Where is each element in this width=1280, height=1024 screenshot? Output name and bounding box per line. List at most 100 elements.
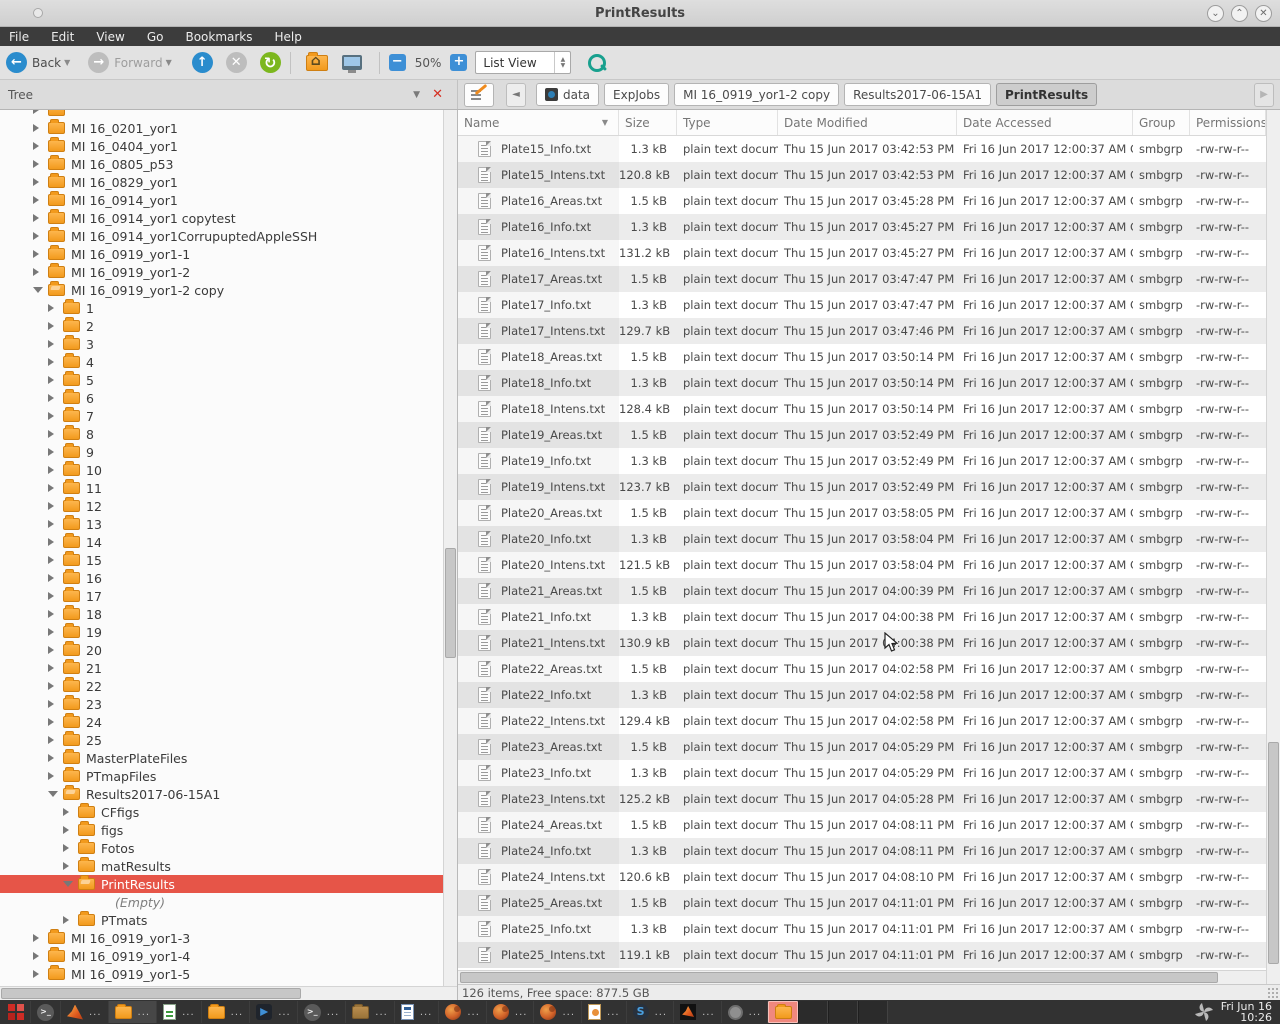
expand-arrow-icon[interactable] — [33, 178, 46, 186]
column-header-name[interactable]: Name▼ — [458, 110, 619, 135]
expand-arrow-icon[interactable] — [33, 196, 46, 204]
file-row-plate18-info-txt[interactable]: Plate18_Info.txt1.3 kBplain text documen… — [458, 370, 1266, 396]
search-icon[interactable] — [587, 53, 607, 73]
file-row-plate22-intens-txt[interactable]: Plate22_Intens.txt129.4 kBplain text doc… — [458, 708, 1266, 734]
taskbar-button[interactable] — [2, 1001, 31, 1023]
tree-item-results2017-06-15a1[interactable]: Results2017-06-15A1 — [0, 785, 443, 803]
file-row-plate21-info-txt[interactable]: Plate21_Info.txt1.3 kBplain text documen… — [458, 604, 1266, 630]
expand-arrow-icon[interactable] — [33, 142, 46, 150]
tree-item-mi-16-0919-yor1-2-copy[interactable]: MI 16_0919_yor1-2 copy — [0, 281, 443, 299]
expand-arrow-icon[interactable] — [48, 376, 61, 384]
expand-arrow-icon[interactable] — [48, 754, 61, 762]
expand-arrow-icon[interactable] — [48, 340, 61, 348]
tree-item-mi-16-0919-yor1-2[interactable]: MI 16_0919_yor1-2 — [0, 263, 443, 281]
menu-file[interactable]: File — [0, 29, 40, 45]
tree-item-mi-16-0914-yor1corrupuptedapplessh[interactable]: MI 16_0914_yor1CorrupuptedAppleSSH — [0, 227, 443, 245]
tree-item-1[interactable]: 1 — [0, 299, 443, 317]
taskbar-button[interactable]: ... — [582, 1001, 627, 1023]
column-header-type[interactable]: Type — [677, 110, 778, 135]
expand-arrow-icon[interactable] — [48, 484, 61, 492]
expand-arrow-icon[interactable] — [48, 736, 61, 744]
tree-item-14[interactable]: 14 — [0, 533, 443, 551]
pager-cell[interactable] — [828, 1001, 858, 1023]
tree-item-mi-16-0914-yor1-copytest[interactable]: MI 16_0914_yor1 copytest — [0, 209, 443, 227]
tree-vscroll-thumb[interactable] — [445, 548, 456, 658]
path-button-expjobs[interactable]: ExpJobs — [604, 83, 669, 106]
expand-arrow-icon[interactable] — [48, 610, 61, 618]
back-dropdown-icon[interactable]: ▼ — [64, 58, 70, 67]
file-row-plate24-areas-txt[interactable]: Plate24_Areas.txt1.5 kBplain text docume… — [458, 812, 1266, 838]
tree-item-10[interactable]: 10 — [0, 461, 443, 479]
expand-arrow-icon[interactable] — [33, 232, 46, 240]
sidebar-mode-label[interactable]: Tree — [8, 88, 33, 102]
tree-item-partial[interactable] — [0, 110, 443, 119]
tree-item-mi-16-0919-yor1-5[interactable]: MI 16_0919_yor1-5 — [0, 965, 443, 983]
column-header-group[interactable]: Group — [1133, 110, 1190, 135]
expand-arrow-icon[interactable] — [48, 718, 61, 726]
file-row-plate18-intens-txt[interactable]: Plate18_Intens.txt128.4 kBplain text doc… — [458, 396, 1266, 422]
taskbar-button[interactable]: ... — [534, 1001, 582, 1023]
list-hscroll-thumb[interactable] — [460, 972, 1218, 983]
column-header-date-modified[interactable]: Date Modified — [778, 110, 957, 135]
expand-arrow-icon[interactable] — [33, 124, 46, 132]
tree-item-mi-16-0829-yor1[interactable]: MI 16_0829_yor1 — [0, 173, 443, 191]
minimize-button[interactable]: ⌄ — [1207, 5, 1224, 22]
sidebar-mode-dropdown-icon[interactable]: ▼ — [401, 90, 432, 100]
taskbar-button[interactable]: ... — [298, 1001, 347, 1023]
taskbar-button[interactable]: ... — [395, 1001, 440, 1023]
column-header-permissions[interactable]: Permissions — [1190, 110, 1266, 135]
file-row-plate18-areas-txt[interactable]: Plate18_Areas.txt1.5 kBplain text docume… — [458, 344, 1266, 370]
close-button[interactable]: ✕ — [1255, 5, 1272, 22]
stop-icon[interactable]: ✕ — [226, 52, 247, 73]
maximize-button[interactable]: ⌃ — [1231, 5, 1248, 22]
file-row-plate24-intens-txt[interactable]: Plate24_Intens.txt120.6 kBplain text doc… — [458, 864, 1266, 890]
taskbar-button[interactable]: ... — [109, 1001, 158, 1023]
tree-item-mi-16-0404-yor1[interactable]: MI 16_0404_yor1 — [0, 137, 443, 155]
menu-bookmarks[interactable]: Bookmarks — [174, 29, 263, 45]
file-row-plate16-info-txt[interactable]: Plate16_Info.txt1.3 kBplain text documen… — [458, 214, 1266, 240]
tree-item-printresults[interactable]: PrintResults — [0, 875, 443, 893]
tree-item-mi-16-0914-yor1[interactable]: MI 16_0914_yor1 — [0, 191, 443, 209]
expand-arrow-icon[interactable] — [48, 466, 61, 474]
tree-item-mi-16-0919-yor1-3[interactable]: MI 16_0919_yor1-3 — [0, 929, 443, 947]
taskbar-button[interactable]: ... — [61, 1001, 109, 1023]
tree-item-9[interactable]: 9 — [0, 443, 443, 461]
file-row-plate21-intens-txt[interactable]: Plate21_Intens.txt130.9 kBplain text doc… — [458, 630, 1266, 656]
tree-item-masterplatefiles[interactable]: MasterPlateFiles — [0, 749, 443, 767]
file-row-plate19-intens-txt[interactable]: Plate19_Intens.txt123.7 kBplain text doc… — [458, 474, 1266, 500]
refresh-icon[interactable]: ↻ — [260, 52, 281, 73]
collapse-arrow-icon[interactable] — [63, 881, 76, 887]
file-row-plate16-intens-txt[interactable]: Plate16_Intens.txt131.2 kBplain text doc… — [458, 240, 1266, 266]
taskbar-button[interactable]: ... — [157, 1001, 202, 1023]
expand-arrow-icon[interactable] — [48, 412, 61, 420]
resize-grip[interactable] — [1267, 987, 1279, 999]
file-row-plate17-areas-txt[interactable]: Plate17_Areas.txt1.5 kBplain text docume… — [458, 266, 1266, 292]
menu-help[interactable]: Help — [264, 29, 313, 45]
zoom-out-icon[interactable]: − — [389, 54, 406, 71]
collapse-arrow-icon[interactable] — [48, 791, 61, 797]
expand-arrow-icon[interactable] — [33, 250, 46, 258]
tree-item-8[interactable]: 8 — [0, 425, 443, 443]
path-scroll-left-icon[interactable]: ◄ — [506, 83, 526, 107]
file-row-plate17-info-txt[interactable]: Plate17_Info.txt1.3 kBplain text documen… — [458, 292, 1266, 318]
path-scroll-right-icon[interactable]: ▶ — [1254, 83, 1274, 107]
expand-arrow-icon[interactable] — [63, 844, 76, 852]
tree-item-mi-16-0201-yor1[interactable]: MI 16_0201_yor1 — [0, 119, 443, 137]
expand-arrow-icon[interactable] — [63, 826, 76, 834]
tree-horizontal-scrollbar[interactable] — [0, 986, 457, 1000]
toggle-location-entry-icon[interactable] — [464, 83, 494, 107]
tree-item-2[interactable]: 2 — [0, 317, 443, 335]
tree-item-18[interactable]: 18 — [0, 605, 443, 623]
tree-item-5[interactable]: 5 — [0, 371, 443, 389]
expand-arrow-icon[interactable] — [48, 664, 61, 672]
expand-arrow-icon[interactable] — [33, 934, 46, 942]
file-row-plate25-areas-txt[interactable]: Plate25_Areas.txt1.5 kBplain text docume… — [458, 890, 1266, 916]
tree-item-mi-16-0805-p53[interactable]: MI 16_0805_p53 — [0, 155, 443, 173]
path-button-printresults[interactable]: PrintResults — [996, 83, 1097, 106]
file-row-plate24-info-txt[interactable]: Plate24_Info.txt1.3 kBplain text documen… — [458, 838, 1266, 864]
taskbar-button-active[interactable] — [768, 1001, 798, 1023]
path-button-mi-16-0919-yor1-2-copy[interactable]: MI 16_0919_yor1-2 copy — [674, 83, 839, 106]
clock[interactable]: Fri Jun 16 10:26 — [1221, 1001, 1272, 1023]
tree-item-3[interactable]: 3 — [0, 335, 443, 353]
file-row-plate20-info-txt[interactable]: Plate20_Info.txt1.3 kBplain text documen… — [458, 526, 1266, 552]
